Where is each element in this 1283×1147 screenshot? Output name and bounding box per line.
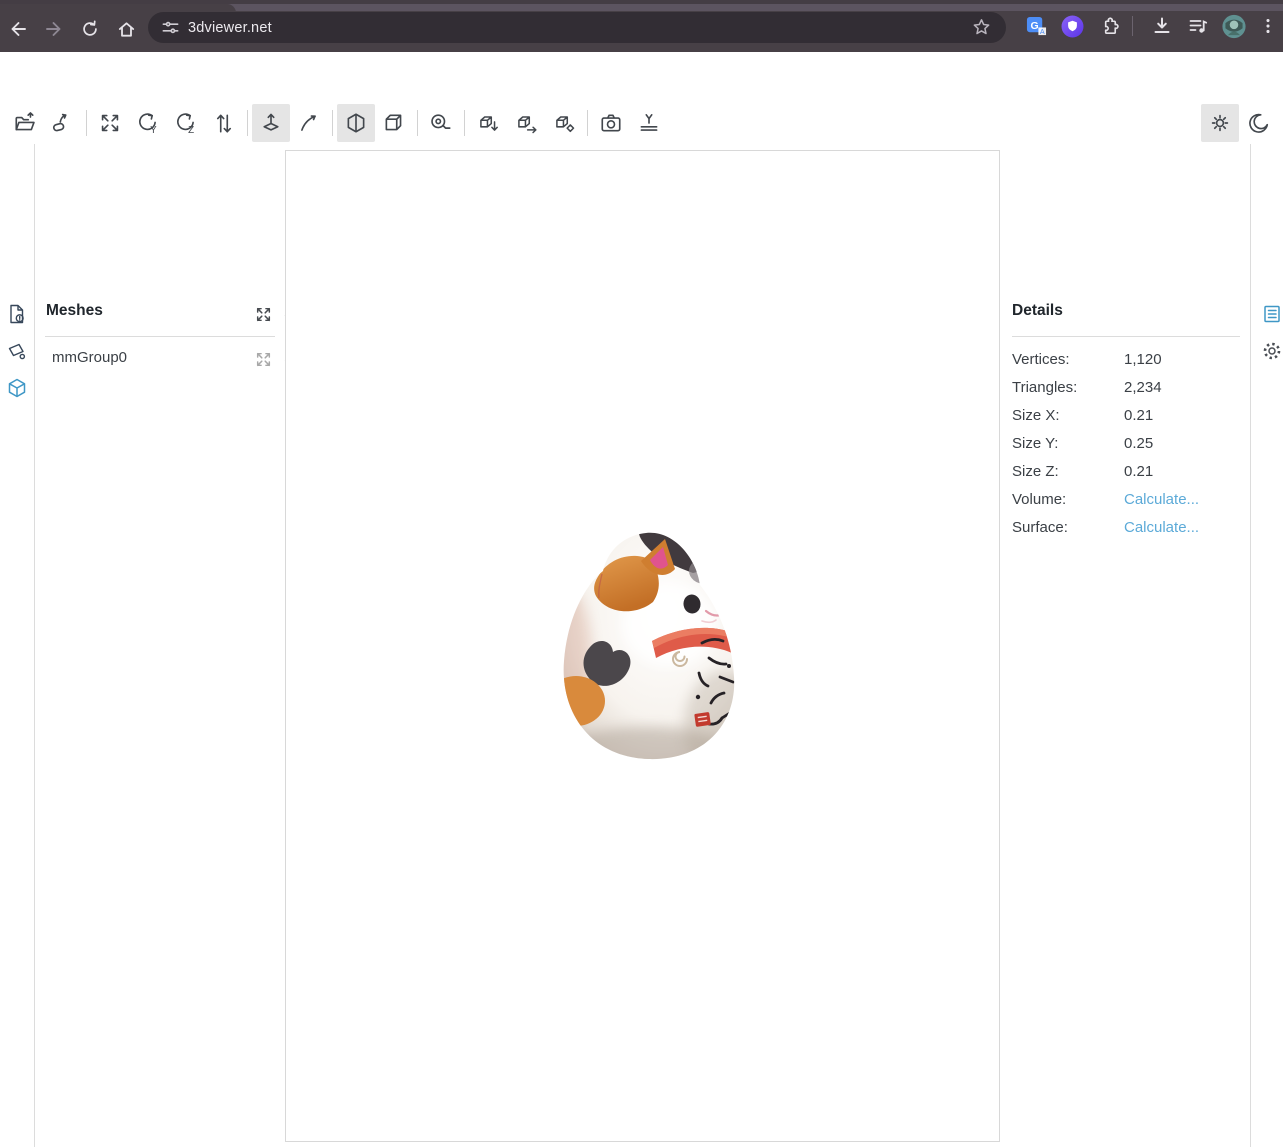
meshes-panel-title: Meshes bbox=[46, 302, 103, 320]
reload-icon[interactable] bbox=[74, 13, 106, 45]
toolbar-separator bbox=[332, 110, 333, 136]
toolbar-separator bbox=[587, 110, 588, 136]
flip-up-vector-icon[interactable] bbox=[205, 104, 243, 142]
dark-theme-icon[interactable] bbox=[1239, 104, 1277, 142]
main-toolbar: Y Z bbox=[0, 102, 1283, 144]
url-bar[interactable]: 3dviewer.net bbox=[148, 12, 1006, 43]
detail-value: 0.25 bbox=[1124, 435, 1153, 452]
set-z-up-icon[interactable]: Z bbox=[167, 104, 205, 142]
materials-icon[interactable] bbox=[6, 340, 28, 362]
meshes-panel: Meshes mmGroup0 Materials (4) bbox=[36, 144, 285, 1147]
detail-row-triangles: Triangles: 2,234 bbox=[1012, 373, 1240, 401]
detail-row-volume: Volume: Calculate... bbox=[1012, 485, 1240, 513]
detail-label: Size Y: bbox=[1012, 435, 1124, 452]
menu-dots-icon[interactable] bbox=[1256, 14, 1280, 38]
detail-label: Size Z: bbox=[1012, 463, 1124, 480]
cube-diamond-icon[interactable] bbox=[545, 104, 583, 142]
detail-label: Vertices: bbox=[1012, 351, 1124, 368]
detail-value: 1,120 bbox=[1124, 351, 1162, 368]
fit-mesh-icon[interactable] bbox=[255, 351, 272, 373]
meshes-icon[interactable] bbox=[6, 377, 28, 399]
measure-icon[interactable] bbox=[422, 104, 460, 142]
panel-divider bbox=[1012, 336, 1240, 337]
screen: 3dviewer.net GA O bbox=[0, 0, 1283, 1147]
details-panel-title: Details bbox=[1012, 302, 1063, 320]
perspective-camera-icon[interactable] bbox=[337, 104, 375, 142]
detail-label: Size X: bbox=[1012, 407, 1124, 424]
toolbar-separator bbox=[247, 110, 248, 136]
extensions-puzzle-icon[interactable] bbox=[1097, 14, 1121, 38]
set-y-up-icon[interactable]: Y bbox=[129, 104, 167, 142]
site-settings-icon[interactable] bbox=[160, 17, 181, 43]
light-theme-icon[interactable] bbox=[1201, 104, 1239, 142]
mesh-item-label[interactable]: mmGroup0 bbox=[52, 349, 127, 366]
svg-text:G: G bbox=[1030, 19, 1038, 31]
free-orbit-icon[interactable] bbox=[290, 104, 328, 142]
detail-row-size-x: Size X: 0.21 bbox=[1012, 401, 1240, 429]
right-sidebar-strip bbox=[1250, 144, 1283, 1147]
orthographic-camera-icon[interactable] bbox=[375, 104, 413, 142]
home-icon[interactable] bbox=[110, 13, 142, 45]
app-header: ONLINE 3D VIEWER cat fixed.obj bbox=[0, 52, 1283, 102]
open-url-icon[interactable] bbox=[44, 104, 82, 142]
profile-avatar[interactable] bbox=[1222, 14, 1246, 38]
detail-label: Triangles: bbox=[1012, 379, 1124, 396]
fixed-up-vector-icon[interactable] bbox=[252, 104, 290, 142]
cube-arrow-right-icon[interactable] bbox=[507, 104, 545, 142]
shield-extension-icon[interactable] bbox=[1060, 14, 1084, 38]
detail-value: 2,234 bbox=[1124, 379, 1162, 396]
chrome-separator bbox=[1132, 16, 1133, 36]
calculate-surface-link[interactable]: Calculate... bbox=[1124, 519, 1199, 536]
media-controls-icon[interactable] bbox=[1186, 14, 1210, 38]
viewport-canvas[interactable] bbox=[285, 150, 1000, 1142]
file-details-icon[interactable] bbox=[6, 303, 28, 325]
svg-text:Y: Y bbox=[150, 125, 157, 135]
panel-divider bbox=[45, 336, 275, 337]
svg-text:A: A bbox=[1039, 27, 1044, 35]
details-panel: Details Vertices: 1,120 Triangles: 2,234… bbox=[1000, 144, 1250, 1147]
fit-meshes-icon[interactable] bbox=[255, 306, 272, 328]
downloads-icon[interactable] bbox=[1150, 14, 1174, 38]
cat-model-render[interactable] bbox=[552, 527, 744, 769]
toolbar-separator bbox=[417, 110, 418, 136]
mesh-tree-item[interactable]: mmGroup0 bbox=[36, 344, 285, 374]
left-sidebar-strip bbox=[0, 144, 35, 1147]
detail-row-size-z: Size Z: 0.21 bbox=[1012, 457, 1240, 485]
toolbar-separator bbox=[464, 110, 465, 136]
translate-extension-icon[interactable]: GA bbox=[1024, 14, 1048, 38]
back-icon[interactable] bbox=[2, 13, 34, 45]
toolbar-separator bbox=[86, 110, 87, 136]
forward-icon bbox=[38, 13, 70, 45]
theme-toggle-group bbox=[1201, 104, 1277, 142]
settings-gear-icon[interactable] bbox=[1261, 340, 1283, 367]
details-list-icon[interactable] bbox=[1261, 303, 1283, 330]
browser-chrome: 3dviewer.net GA bbox=[0, 0, 1283, 52]
detail-row-surface: Surface: Calculate... bbox=[1012, 513, 1240, 541]
detail-row-size-y: Size Y: 0.25 bbox=[1012, 429, 1240, 457]
calculate-volume-link[interactable]: Calculate... bbox=[1124, 491, 1199, 508]
fit-to-window-icon[interactable] bbox=[91, 104, 129, 142]
detail-value: 0.21 bbox=[1124, 407, 1153, 424]
url-text[interactable]: 3dviewer.net bbox=[188, 20, 272, 36]
svg-text:Z: Z bbox=[188, 125, 194, 135]
detail-label: Volume: bbox=[1012, 491, 1124, 508]
detail-label: Surface: bbox=[1012, 519, 1124, 536]
detail-value: 0.21 bbox=[1124, 463, 1153, 480]
detail-row-vertices: Vertices: 1,120 bbox=[1012, 345, 1240, 373]
open-file-icon[interactable] bbox=[6, 104, 44, 142]
cube-arrow-down-icon[interactable] bbox=[469, 104, 507, 142]
snapshot-camera-icon[interactable] bbox=[592, 104, 630, 142]
bookmark-star-icon[interactable] bbox=[971, 17, 992, 43]
align-to-floor-icon[interactable] bbox=[630, 104, 668, 142]
